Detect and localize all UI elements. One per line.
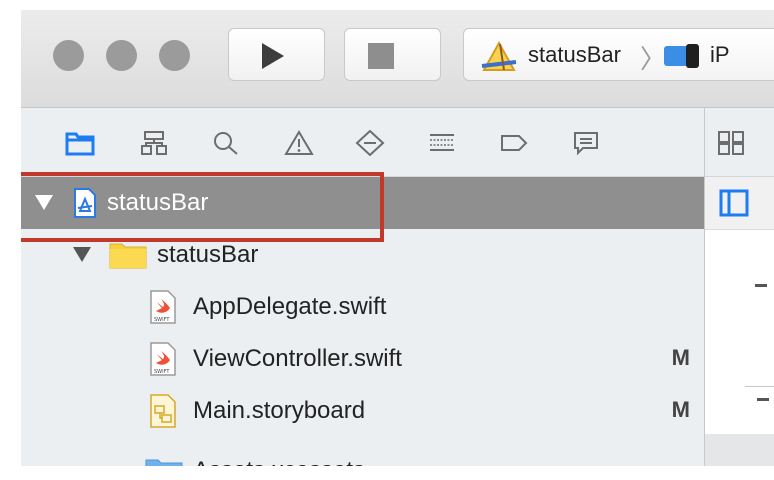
test-diamond-icon[interactable] (355, 130, 385, 156)
editor-separator (745, 386, 774, 387)
editor-fragment (755, 284, 767, 287)
warning-icon[interactable] (284, 130, 314, 156)
search-icon[interactable] (211, 130, 241, 156)
stop-button[interactable] (344, 28, 441, 81)
tree-row-file[interactable]: Main.storyboard M (21, 385, 704, 437)
report-bubble-icon[interactable] (571, 130, 601, 156)
scheme-project-name: statusBar (528, 42, 621, 67)
breakpoint-tag-icon[interactable] (499, 130, 529, 156)
tree-row-file[interactable]: SWIFT ViewController.swift M (21, 333, 704, 385)
editor-tab-band (705, 177, 774, 230)
close-window-button[interactable] (53, 40, 84, 71)
play-icon (262, 43, 284, 69)
zoom-window-button[interactable] (159, 40, 190, 71)
tree-row-label: Assets.xcassets (193, 457, 365, 466)
editor-area (705, 108, 774, 466)
device-icon (664, 44, 699, 68)
editor-jump-bar (705, 108, 774, 177)
editor-footer (705, 434, 774, 466)
tree-row-label: Main.storyboard (193, 397, 366, 424)
run-button[interactable] (228, 28, 325, 81)
tree-row-file[interactable]: Assets.xcassets (21, 437, 704, 466)
scheme-device-name: iP (710, 42, 730, 67)
navigator-selector-bar (21, 108, 704, 177)
tree-row-file[interactable]: SWIFT AppDelegate.swift (21, 281, 704, 333)
toolbar: statusBar 〉 iP (21, 10, 774, 108)
hierarchy-icon[interactable] (139, 130, 169, 156)
tree-row-label: statusBar (157, 241, 259, 268)
tree-row-label: ViewController.swift (193, 345, 402, 372)
xcode-app-icon (481, 40, 517, 71)
swift-file-icon: SWIFT (150, 290, 176, 324)
editor-fragment (757, 398, 769, 401)
file-inspector-toggle-icon[interactable] (719, 189, 749, 217)
scheme-selector[interactable]: statusBar 〉 iP (463, 28, 774, 81)
folder-navigator-icon[interactable] (65, 130, 95, 156)
screenshot: statusBar 〉 iP statusBar statusBar SWIFT… (0, 0, 774, 480)
svg-text:SWIFT: SWIFT (154, 369, 170, 375)
stop-icon (368, 43, 394, 69)
asset-folder-icon (145, 459, 183, 466)
minimize-window-button[interactable] (106, 40, 137, 71)
highlight-annotation-box (21, 172, 384, 242)
disclosure-triangle-icon[interactable] (73, 247, 91, 262)
scm-status-badge: M (671, 397, 690, 422)
svg-text:SWIFT: SWIFT (154, 317, 170, 323)
related-items-grid-icon[interactable] (717, 130, 747, 156)
storyboard-file-icon (150, 394, 176, 428)
debug-list-icon[interactable] (427, 130, 457, 156)
folder-icon (109, 243, 147, 269)
swift-file-icon: SWIFT (150, 342, 176, 376)
xcode-window: statusBar 〉 iP statusBar statusBar SWIFT… (21, 10, 774, 466)
scm-status-badge: M (671, 345, 690, 370)
tree-row-label: AppDelegate.swift (193, 293, 387, 320)
